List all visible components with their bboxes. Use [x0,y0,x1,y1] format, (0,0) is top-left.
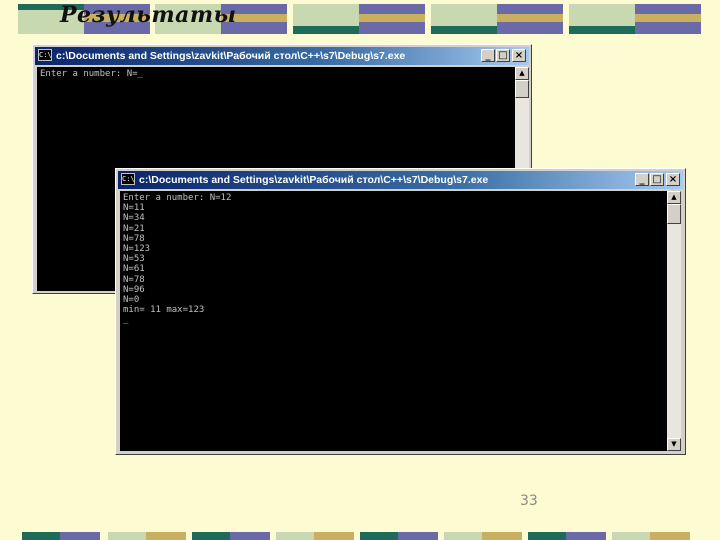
window-title: c:\Documents and Settings\zavkit\Рабочий… [139,174,489,186]
scroll-up-button[interactable]: ▲ [667,191,681,204]
maximize-button[interactable]: □ [496,49,510,62]
scroll-down-button[interactable]: ▼ [667,438,681,451]
window-titlebar[interactable]: C:\ c:\Documents and Settings\zavkit\Раб… [35,47,529,65]
window-titlebar[interactable]: C:\ c:\Documents and Settings\zavkit\Раб… [118,171,683,189]
maximize-button[interactable]: □ [650,173,664,186]
console-text: Enter a number: N=_ [40,69,143,79]
scroll-thumb[interactable] [667,204,681,224]
console-text: Enter a number: N=12 N=11 N=34 N=21 N=78… [123,193,232,326]
window-title: c:\Documents and Settings\zavkit\Рабочий… [56,50,406,62]
close-button[interactable]: × [512,49,526,62]
bottom-decoration [0,532,720,540]
minimize-button[interactable]: _ [481,49,495,62]
page-number: 33 [520,493,538,509]
console-app-icon[interactable]: C:\ [38,49,52,61]
close-button[interactable]: × [666,173,680,186]
minimize-button[interactable]: _ [635,173,649,186]
console-window-front[interactable]: C:\ c:\Documents and Settings\zavkit\Раб… [115,168,686,455]
scroll-up-button[interactable]: ▲ [515,67,529,80]
console-output[interactable]: Enter a number: N=12 N=11 N=34 N=21 N=78… [120,191,667,451]
console-app-icon[interactable]: C:\ [121,173,135,185]
scroll-thumb[interactable] [515,80,529,98]
slide-title: Результаты [60,2,237,28]
vertical-scrollbar[interactable]: ▲ ▼ [667,191,681,451]
